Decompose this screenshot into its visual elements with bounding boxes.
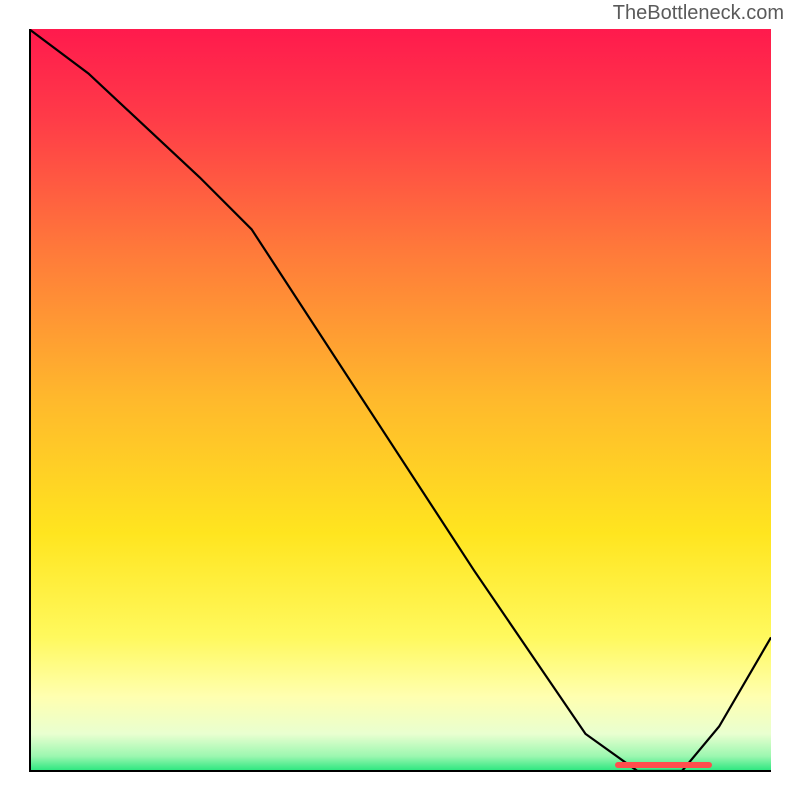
chart-container: TheBottleneck.com — [0, 0, 800, 800]
x-axis — [29, 770, 771, 772]
plot-area — [29, 29, 771, 771]
attribution-text: TheBottleneck.com — [613, 2, 784, 25]
background-gradient — [29, 29, 771, 771]
y-axis — [29, 29, 31, 771]
optimal-range-marker — [615, 762, 711, 768]
